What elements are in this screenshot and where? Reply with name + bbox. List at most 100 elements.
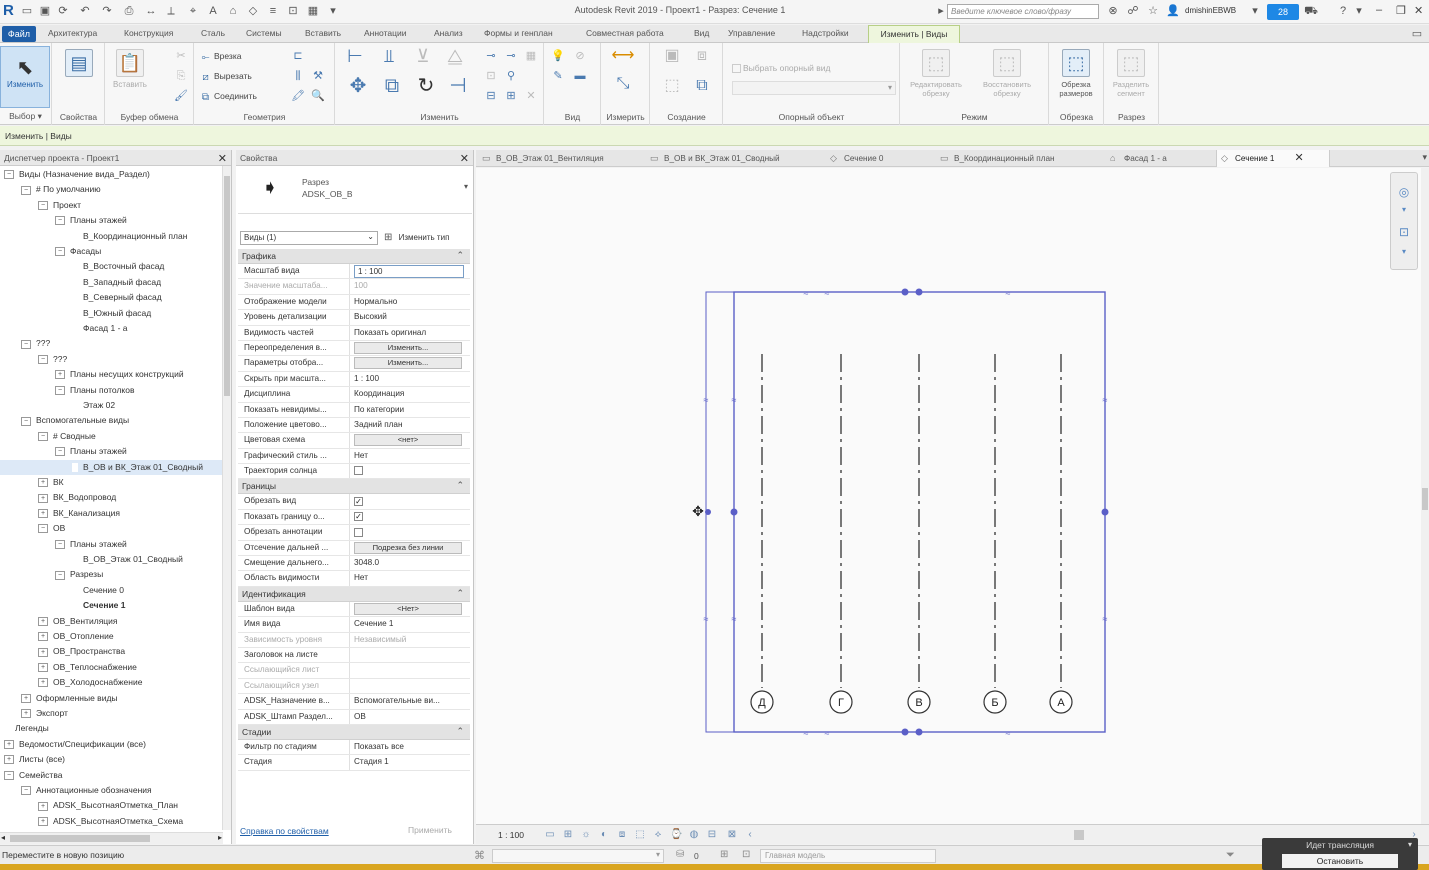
view-scrollbar[interactable]: [1421, 168, 1429, 824]
apply-button[interactable]: Применить: [408, 825, 452, 835]
view-scale[interactable]: 1 : 100: [498, 830, 524, 840]
property-value[interactable]: Задний план: [351, 418, 468, 432]
ref-view-dropdown[interactable]: ▾: [732, 81, 896, 95]
user-dropdown-icon[interactable]: ▾: [1248, 4, 1262, 18]
expand-icon[interactable]: +: [38, 663, 48, 673]
hide-bulb-icon[interactable]: 💡: [551, 49, 565, 63]
close-window-icon[interactable]: ✕: [1414, 4, 1423, 17]
ref-view-checkbox[interactable]: Выбрать опорный вид: [732, 61, 831, 75]
browser-tree-item[interactable]: − Разрезы: [0, 567, 223, 582]
chevron-down-icon[interactable]: ▾: [464, 182, 468, 191]
detail-level-icon[interactable]: ▭: [544, 829, 556, 841]
collapse-icon[interactable]: −: [55, 385, 65, 395]
3d-view-icon[interactable]: ⌂: [226, 4, 240, 18]
view-hscrollbar-thumb[interactable]: [1074, 830, 1084, 840]
array-icon[interactable]: ▦: [524, 49, 538, 63]
create-assembly-icon[interactable]: ▣: [661, 48, 683, 71]
property-value[interactable]: 3048.0: [351, 556, 468, 570]
user-name[interactable]: dmishinEBWB: [1185, 6, 1236, 15]
expand-icon[interactable]: +: [38, 678, 48, 688]
close-icon[interactable]: ✕: [218, 152, 227, 165]
wheel-dropdown-icon[interactable]: ▾: [1396, 205, 1412, 221]
temp-view-icon[interactable]: ⊟: [706, 829, 718, 841]
property-value[interactable]: <Нет>: [351, 602, 468, 616]
collapse-icon[interactable]: ⌃: [456, 726, 464, 737]
tab-manage[interactable]: Управление: [728, 28, 775, 38]
move-icon[interactable]: ✥: [346, 76, 370, 103]
create-similar-icon[interactable]: ⧉: [691, 78, 713, 101]
collapse-icon[interactable]: −: [55, 247, 65, 257]
rotate-icon[interactable]: ↻: [414, 76, 438, 103]
cut-geometry-tool[interactable]: ⧄ Вырезать: [199, 69, 252, 83]
drawing-area[interactable]: ≈ ≈ ≈ ≈ ≈ ≈ ≈ ≈ ≈ ≈ ≈ ≈ ✥ Д Г В Б А ◎ ▾ ⊡ ▾: [476, 168, 1421, 824]
browser-tree-item[interactable]: − Виды (Назначение вида_Раздел): [0, 167, 223, 182]
browser-tree-item[interactable]: + ADSK_ВысотнаяОтметка_Схема: [0, 814, 223, 829]
design-options-icon[interactable]: ⊞: [720, 849, 728, 860]
cut-icon[interactable]: ✂: [174, 49, 188, 63]
property-value[interactable]: Стадия 1: [351, 755, 468, 769]
scroll-right-icon[interactable]: ▸: [218, 833, 222, 842]
copy-icon[interactable]: ⎘: [174, 69, 188, 83]
browser-tree-item[interactable]: + ОВ_Отопление: [0, 629, 223, 644]
properties-section-header[interactable]: Стадии ⌃: [238, 724, 470, 740]
stop-broadcast-button[interactable]: Остановить: [1282, 854, 1398, 868]
copy-element-icon[interactable]: ⧉: [380, 76, 404, 103]
property-value[interactable]: 1 : 100: [351, 372, 468, 386]
show-crop-icon[interactable]: ⬚: [634, 829, 646, 841]
browser-tree-item[interactable]: Этаж 02: [0, 398, 223, 413]
close-hidden-icon[interactable]: ⊡: [286, 4, 300, 18]
open-icon[interactable]: ▭: [20, 4, 34, 18]
property-value[interactable]: Нет: [351, 449, 468, 463]
expand-icon[interactable]: +: [55, 370, 65, 380]
browser-tree-item[interactable]: В_ОВ_Этаж 01_Сводный: [0, 552, 223, 567]
property-value[interactable]: [351, 648, 468, 662]
browser-tree-item[interactable]: + Оформленные виды: [0, 691, 223, 706]
crop-grip[interactable]: [901, 728, 909, 736]
collapse-icon[interactable]: −: [21, 786, 31, 796]
reset-crop-button[interactable]: ⬚ Восстановить обрезку: [975, 47, 1039, 103]
crop-grip[interactable]: [915, 728, 923, 736]
browser-tree-item[interactable]: + ОВ_Пространства: [0, 644, 223, 659]
expand-icon[interactable]: +: [38, 493, 48, 503]
property-button[interactable]: <нет>: [354, 434, 462, 447]
collapse-icon[interactable]: −: [55, 539, 65, 549]
expand-icon[interactable]: +: [38, 647, 48, 657]
view-scrollbar-thumb[interactable]: [1422, 488, 1428, 510]
break-symbol[interactable]: ≈: [1006, 728, 1011, 738]
instance-filter-select[interactable]: Виды (1) ⌄: [240, 231, 378, 245]
tab-systems[interactable]: Системы: [246, 28, 282, 38]
property-value[interactable]: 1 : 100: [351, 264, 468, 278]
collapse-icon[interactable]: −: [4, 170, 14, 180]
restore-icon[interactable]: ❐: [1396, 4, 1406, 17]
property-button[interactable]: <Нет>: [354, 602, 462, 615]
tab-analyze[interactable]: Анализ: [434, 28, 463, 38]
minimize-icon[interactable]: –: [1376, 4, 1382, 16]
browser-tree-item[interactable]: − Семейства: [0, 768, 223, 783]
break-symbol[interactable]: ≈: [732, 614, 737, 624]
offset-icon[interactable]: ⫫: [378, 47, 400, 71]
collapse-icon[interactable]: −: [21, 416, 31, 426]
view-tab[interactable]: ▭ В_ОВ_Этаж 01_Вентиляция: [478, 150, 642, 167]
view-range-icon[interactable]: ▬: [573, 69, 587, 83]
break-symbol[interactable]: ≈: [704, 395, 709, 405]
property-button[interactable]: Подрезка без линии: [354, 541, 462, 554]
browser-tree-item[interactable]: Сечение 0: [0, 583, 223, 598]
property-value[interactable]: ОВ: [351, 710, 468, 724]
split-icon[interactable]: ⊸: [484, 49, 498, 63]
split-gap-icon[interactable]: ⊸: [504, 49, 518, 63]
crop-view-icon[interactable]: ⧈: [616, 829, 628, 841]
browser-tree-item[interactable]: В_Северный фасад: [0, 290, 223, 305]
create-parts-icon[interactable]: ⧈: [691, 48, 713, 71]
edit-type-button[interactable]: ⊞ Изменить тип: [384, 230, 468, 246]
paste-button[interactable]: 📋 Вставить: [108, 47, 152, 103]
editable-only-icon[interactable]: ⛁: [676, 849, 684, 860]
collapse-icon[interactable]: ⌃: [456, 588, 464, 599]
browser-tree-item[interactable]: −???: [0, 336, 223, 351]
cart-icon[interactable]: ⛟: [1304, 4, 1318, 18]
break-symbol[interactable]: ≈: [804, 728, 809, 738]
browser-tree-item[interactable]: + Планы несущих конструкций: [0, 367, 223, 382]
break-symbol[interactable]: ≈: [732, 395, 737, 405]
browser-tree-item[interactable]: Фасад 1 - а: [0, 321, 223, 336]
property-button[interactable]: Изменить...: [354, 341, 462, 354]
collapse-icon[interactable]: −: [55, 570, 65, 580]
